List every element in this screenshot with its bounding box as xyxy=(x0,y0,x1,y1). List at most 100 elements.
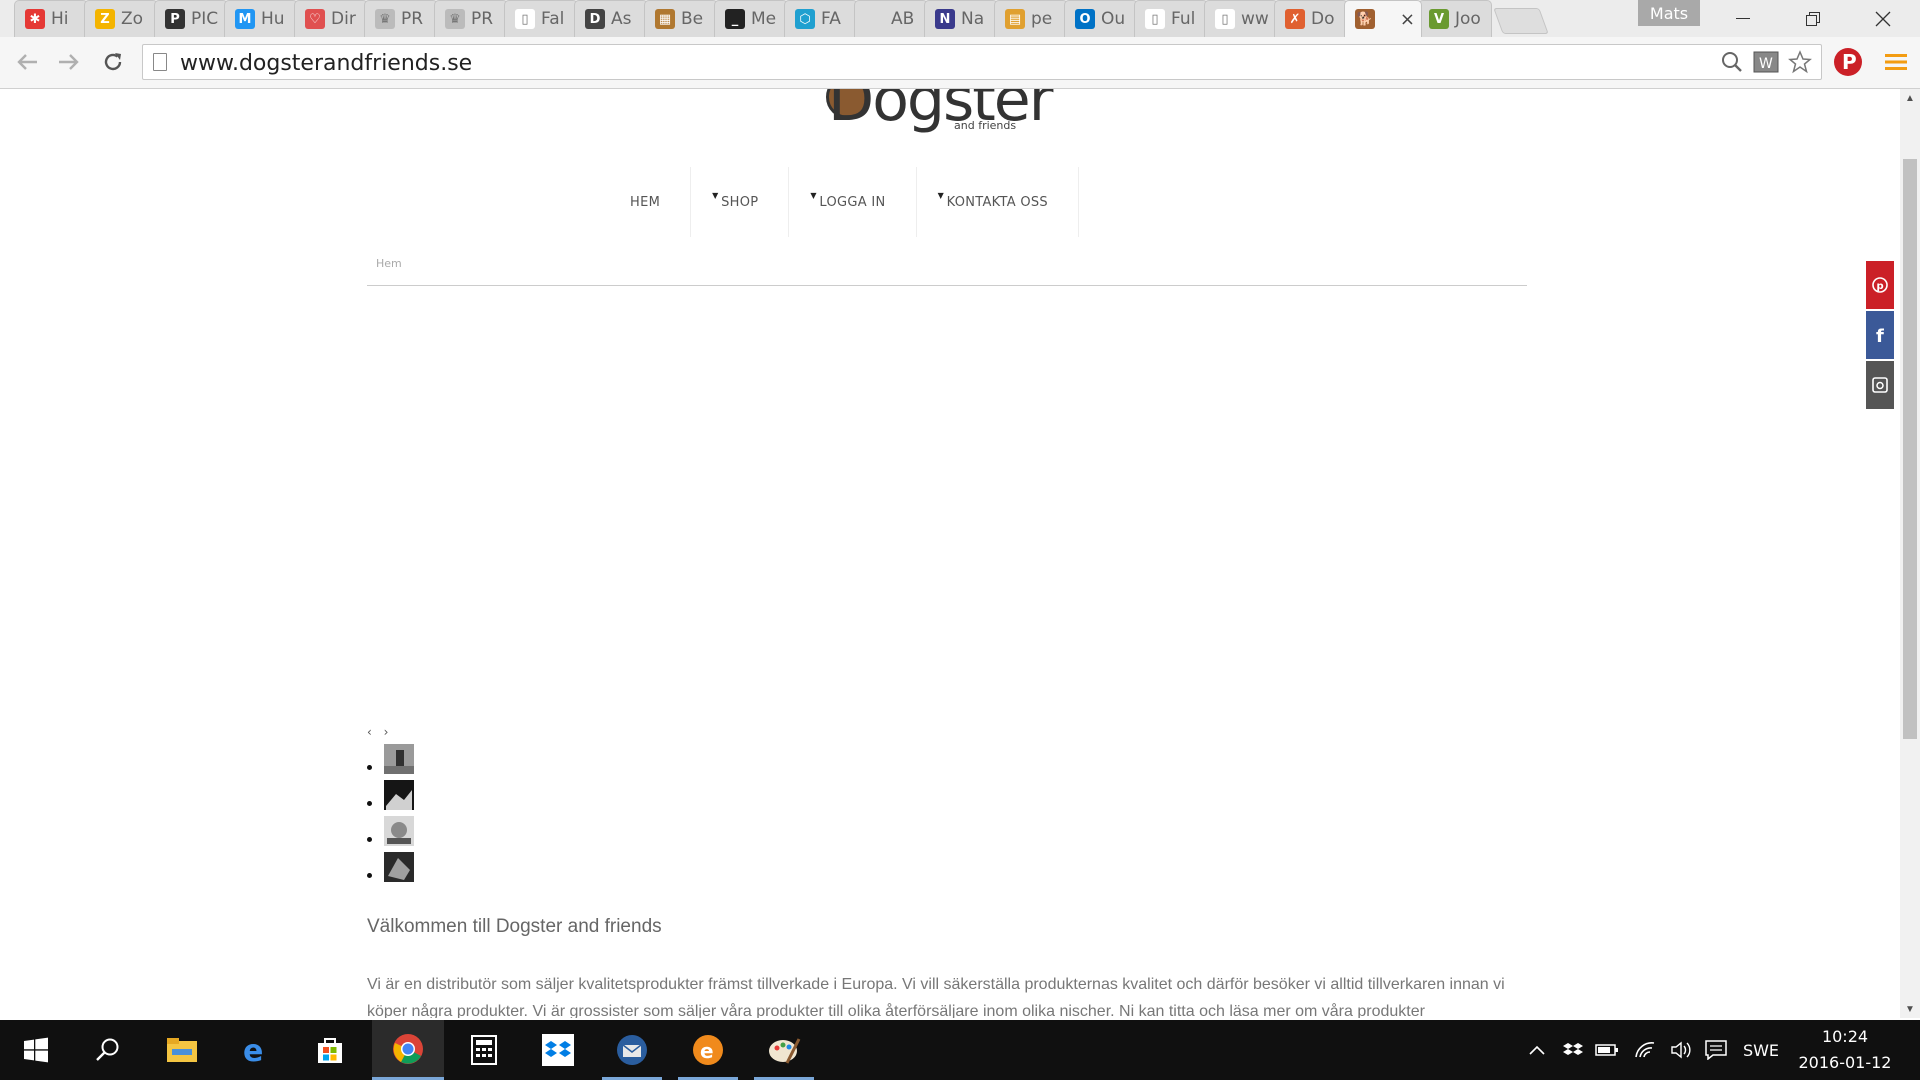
thumbnail-image[interactable] xyxy=(384,852,414,882)
browser-tab[interactable]: ▯ ww xyxy=(1204,0,1278,37)
show-hidden-icons[interactable] xyxy=(1522,1020,1552,1080)
nav-item-kontakta-oss[interactable]: ▼ KONTAKTA OSS xyxy=(917,167,1079,237)
address-bar[interactable]: www.dogsterandfriends.se W xyxy=(142,44,1822,80)
document-icon: ▯ xyxy=(515,9,535,29)
scroll-up-icon[interactable]: ▲ xyxy=(1900,89,1920,107)
thunderbird-icon[interactable] xyxy=(596,1020,668,1080)
clock[interactable]: 10:24 2016-01-12 xyxy=(1790,1024,1900,1076)
language-indicator[interactable]: SWE xyxy=(1736,1020,1786,1080)
browser-tab[interactable]: V Joo xyxy=(1418,0,1492,37)
browser-tab[interactable]: D As xyxy=(574,0,648,37)
scroll-down-icon[interactable]: ▼ xyxy=(1900,1000,1920,1018)
bullet xyxy=(367,873,372,878)
nav-item-hem[interactable]: HEM xyxy=(600,167,692,237)
browser-tab[interactable]: ▦ Be xyxy=(644,0,718,37)
wifi-icon[interactable] xyxy=(1630,1020,1660,1080)
start-button[interactable] xyxy=(0,1020,72,1080)
caret-down-icon: ▼ xyxy=(810,191,817,200)
browser-tab[interactable]: AB xyxy=(854,0,928,37)
browser-tab[interactable]: N Na xyxy=(924,0,998,37)
slider-next-button[interactable]: › xyxy=(384,725,389,739)
store-icon[interactable] xyxy=(294,1020,366,1080)
caret-down-icon: ▼ xyxy=(712,191,719,200)
browser-tab[interactable]: P PIC xyxy=(154,0,228,37)
terminal-icon: _ xyxy=(725,9,745,29)
browser-tab[interactable]: Z Zo xyxy=(84,0,158,37)
file-explorer-icon[interactable] xyxy=(146,1020,218,1080)
browser-tab[interactable]: ✱ Hi xyxy=(14,0,88,37)
intro-paragraph: Vi är en distributör som säljer kvalitet… xyxy=(367,976,1505,1018)
pattern-icon: ▦ xyxy=(655,9,675,29)
scroll-thumb[interactable] xyxy=(1903,159,1917,739)
bookmark-star-icon[interactable] xyxy=(1787,49,1813,75)
facebook-icon[interactable]: f xyxy=(1866,311,1894,359)
menu-icon[interactable] xyxy=(1880,46,1912,78)
logo-text: Dogster xyxy=(828,89,1053,135)
browser-tab[interactable]: O Ou xyxy=(1064,0,1138,37)
pinterest-icon[interactable]: p xyxy=(1866,261,1894,309)
browser-tab[interactable]: ⬡ FA xyxy=(784,0,858,37)
slider-prev-button[interactable]: ‹ xyxy=(367,725,372,739)
page-scrollbar[interactable]: ▲ ▼ xyxy=(1900,89,1920,1018)
new-tab-button[interactable] xyxy=(1493,8,1549,34)
thumbnail-image[interactable] xyxy=(384,816,414,846)
outlook-icon: O xyxy=(1075,9,1095,29)
paint-icon[interactable] xyxy=(748,1020,820,1080)
chrome-taskbar-icon[interactable] xyxy=(372,1020,444,1080)
browser-tab[interactable]: ▤ pe xyxy=(994,0,1068,37)
minimize-icon[interactable] xyxy=(1720,4,1766,34)
action-center-icon[interactable] xyxy=(1700,1020,1732,1080)
thumbnail-image[interactable] xyxy=(384,744,414,774)
zoom-icon[interactable] xyxy=(1719,49,1745,75)
instagram-icon[interactable] xyxy=(1866,361,1894,409)
browser-tab[interactable]: ▯ Fal xyxy=(504,0,578,37)
tab-title: ww xyxy=(1241,9,1269,29)
profile-button[interactable]: Mats xyxy=(1638,0,1700,26)
clock-time: 10:24 xyxy=(1821,1027,1869,1046)
search-icon[interactable] xyxy=(72,1020,144,1080)
bullet xyxy=(367,765,372,770)
browser-tab[interactable]: 🐕 × xyxy=(1344,0,1422,37)
welcome-heading: Välkommen till Dogster and friends xyxy=(367,916,662,937)
back-icon[interactable] xyxy=(12,47,42,77)
tab-title: pe xyxy=(1031,9,1053,29)
dropbox-tray-icon[interactable] xyxy=(1558,1020,1588,1080)
browser-toolbar: www.dogsterandfriends.se W P xyxy=(0,37,1920,89)
hexagon-icon: ⬡ xyxy=(795,9,815,29)
wappalyzer-icon[interactable]: W xyxy=(1753,49,1779,75)
nav-item-logga-in[interactable]: ▼ LOGGA IN xyxy=(789,167,917,237)
browser-tab[interactable]: _ Me xyxy=(714,0,788,37)
breadcrumb-divider xyxy=(367,285,1527,286)
close-window-icon[interactable] xyxy=(1860,4,1906,34)
svg-text:P: P xyxy=(1842,50,1857,74)
browser-tab[interactable]: ▯ Ful xyxy=(1134,0,1208,37)
nav-label: KONTAKTA OSS xyxy=(946,194,1048,210)
tab-title: Zo xyxy=(121,9,144,29)
restore-icon[interactable] xyxy=(1790,4,1836,34)
browser-tab[interactable]: M Hu xyxy=(224,0,298,37)
site-logo[interactable]: Dogster and friends xyxy=(824,89,1064,155)
breadcrumb[interactable]: Hem xyxy=(376,257,402,270)
nav-label: HEM xyxy=(630,194,661,210)
forward-icon[interactable] xyxy=(54,47,84,77)
pinterest-extension-icon[interactable]: P xyxy=(1832,46,1864,78)
url-text[interactable]: www.dogsterandfriends.se xyxy=(180,51,472,76)
nav-item-shop[interactable]: ▼ SHOP xyxy=(691,167,790,237)
close-tab-icon[interactable]: × xyxy=(1400,9,1415,30)
calculator-icon[interactable] xyxy=(448,1020,520,1080)
battery-icon[interactable] xyxy=(1592,1020,1622,1080)
edge-browser-icon[interactable]: e xyxy=(220,1020,292,1080)
dog-icon: 🐕 xyxy=(1355,9,1375,29)
tab-title: Be xyxy=(681,9,704,29)
browser-tab[interactable]: ✗ Do xyxy=(1274,0,1348,37)
volume-icon[interactable] xyxy=(1666,1020,1696,1080)
browser-tab[interactable]: ♛ PR xyxy=(364,0,438,37)
reload-icon[interactable] xyxy=(98,47,128,77)
browser-tab[interactable]: ♛ PR xyxy=(434,0,508,37)
browser-tab[interactable]: ♡ Dir xyxy=(294,0,368,37)
dropbox-icon[interactable] xyxy=(522,1020,594,1080)
thumbnail-image[interactable] xyxy=(384,780,414,810)
app-orange-icon[interactable]: e xyxy=(672,1020,744,1080)
svg-text:p: p xyxy=(1877,281,1884,292)
svg-text:e: e xyxy=(243,1035,263,1065)
